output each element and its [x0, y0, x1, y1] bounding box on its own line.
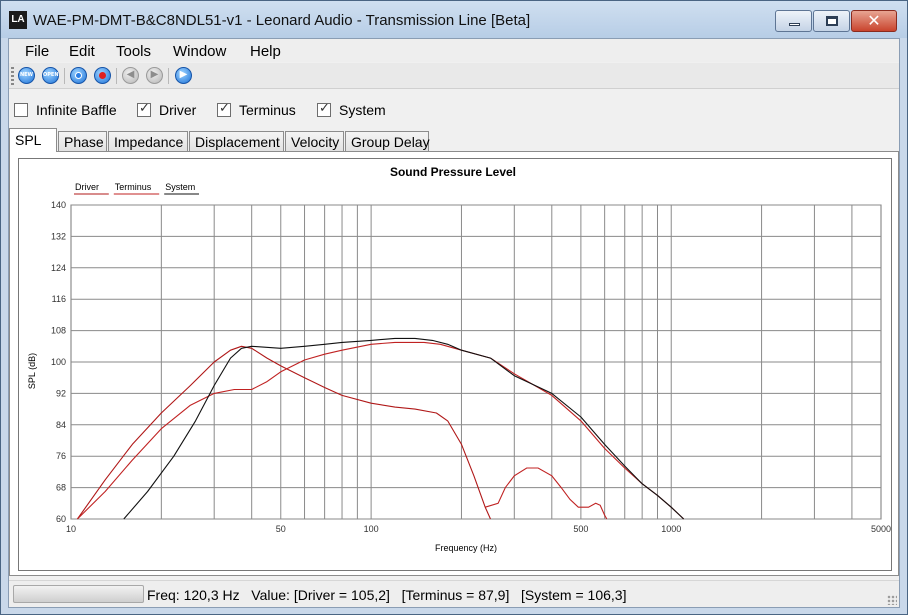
- toolbar-separator: [168, 68, 169, 84]
- y-tick-label: 132: [51, 231, 66, 241]
- series-line-system: [123, 337, 685, 520]
- checkbox-label: Terminus: [239, 102, 296, 118]
- x-tick-label: 500: [573, 524, 588, 534]
- menu-bar: File Edit Tools Window Help: [9, 39, 899, 62]
- y-tick-label: 68: [56, 483, 66, 493]
- save-button[interactable]: [70, 67, 87, 84]
- play-icon: ▶: [179, 69, 188, 80]
- y-tick-label: 124: [51, 263, 66, 273]
- new-button[interactable]: NEW: [18, 67, 35, 84]
- legend-label-terminus: Terminus: [115, 182, 152, 192]
- maximize-button[interactable]: [813, 10, 850, 32]
- minimize-button[interactable]: [775, 10, 812, 32]
- chart-legend: Driver Terminus System: [74, 182, 199, 195]
- checkbox-box[interactable]: [137, 101, 151, 117]
- run-button[interactable]: ▶: [175, 67, 192, 84]
- y-tick-label: 84: [56, 420, 66, 430]
- status-readout: Freq: 120,3 Hz Value: [Driver = 105,2] […: [147, 587, 627, 603]
- menu-tools[interactable]: Tools: [116, 43, 151, 60]
- y-tick-label: 60: [56, 514, 66, 524]
- chart-series: [76, 337, 685, 520]
- status-bar: Freq: 120,3 Hz Value: [Driver = 105,2] […: [9, 580, 899, 607]
- resize-grip[interactable]: [887, 595, 897, 605]
- previous-icon: ◀: [126, 69, 135, 80]
- checkbox-label: Infinite Baffle: [36, 102, 117, 118]
- series-line-driver: [76, 345, 492, 520]
- tab-group-delay[interactable]: Group Delay: [345, 131, 430, 152]
- y-tick-label: 100: [51, 357, 66, 367]
- progress-bar: [13, 585, 144, 603]
- toolbar-separator: [116, 68, 117, 84]
- toolbar-separator: [64, 68, 65, 84]
- terminus-checkbox[interactable]: Terminus: [217, 101, 296, 118]
- save-icon: [75, 72, 82, 79]
- y-tick-label: 92: [56, 388, 66, 398]
- x-tick-label: 10: [66, 524, 76, 534]
- open-button[interactable]: OPEN: [42, 67, 59, 84]
- y-tick-label: 108: [51, 326, 66, 336]
- tab-impedance[interactable]: Impedance: [108, 131, 188, 152]
- menu-help[interactable]: Help: [250, 43, 281, 60]
- menu-window[interactable]: Window: [173, 43, 226, 60]
- y-tick-label: 116: [52, 294, 66, 304]
- tab-spl[interactable]: SPL: [9, 128, 57, 152]
- tab-phase[interactable]: Phase: [58, 131, 107, 152]
- y-axis-label: SPL (dB): [27, 353, 37, 389]
- menu-file[interactable]: File: [25, 43, 49, 60]
- minimize-icon: [789, 23, 800, 26]
- y-tick-label: 76: [56, 451, 66, 461]
- tab-displacement[interactable]: Displacement: [189, 131, 284, 152]
- toolbar-grip[interactable]: [11, 67, 14, 85]
- app-window: LA WAE-PM-DMT-B&C8NDL51-v1 - Leonard Aud…: [0, 0, 908, 615]
- graph-tabs: SPL Phase Impedance Displacement Velocit…: [9, 128, 899, 152]
- x-tick-label: 1000: [661, 524, 681, 534]
- previous-button[interactable]: ◀: [122, 67, 139, 84]
- series-checkbox-bar: Infinite Baffle Driver Terminus System: [9, 91, 899, 127]
- chart-panel: Sound Pressure Level Driver Terminus Syste…: [9, 151, 899, 576]
- system-checkbox[interactable]: System: [317, 101, 386, 118]
- checkbox-label: System: [339, 102, 386, 118]
- infinite-baffle-checkbox[interactable]: Infinite Baffle: [14, 102, 117, 118]
- checkbox-label: Driver: [159, 102, 197, 118]
- close-icon: ✕: [867, 11, 881, 30]
- x-tick-label: 50: [276, 524, 286, 534]
- toolbar: NEW OPEN ◀ ▶ ▶: [9, 63, 899, 89]
- spl-chart[interactable]: Sound Pressure Level Driver Terminus Syste…: [19, 159, 891, 570]
- open-icon: OPEN: [43, 72, 59, 78]
- tab-velocity[interactable]: Velocity: [285, 131, 344, 152]
- record-icon: [99, 72, 106, 79]
- menu-edit[interactable]: Edit: [69, 43, 95, 60]
- driver-checkbox[interactable]: Driver: [137, 101, 197, 118]
- checkbox-box[interactable]: [14, 103, 28, 117]
- title-bar[interactable]: LA WAE-PM-DMT-B&C8NDL51-v1 - Leonard Aud…: [1, 1, 907, 38]
- next-button[interactable]: ▶: [146, 67, 163, 84]
- main-content: File Edit Tools Window Help NEW OPEN ◀ ▶…: [8, 38, 900, 608]
- window-title: WAE-PM-DMT-B&C8NDL51-v1 - Leonard Audio …: [33, 12, 531, 29]
- chart-title: Sound Pressure Level: [390, 165, 516, 179]
- new-icon: NEW: [19, 72, 34, 78]
- axis-ticks: 60 68 76 84 92 100 108 116 124 132 140 10 50 100 500 10…: [51, 200, 891, 534]
- x-tick-label: 100: [364, 524, 379, 534]
- y-tick-label: 140: [51, 200, 66, 210]
- legend-label-system: System: [165, 182, 195, 192]
- checkbox-box[interactable]: [217, 101, 231, 117]
- maximize-icon: [826, 16, 838, 26]
- x-axis-label: Frequency (Hz): [435, 543, 497, 553]
- app-logo-icon: LA: [9, 11, 27, 29]
- close-button[interactable]: ✕: [851, 10, 897, 32]
- series-line-terminus-notch: [485, 467, 608, 520]
- x-tick-label: 5000: [871, 524, 891, 534]
- next-icon: ▶: [150, 69, 159, 80]
- checkbox-box[interactable]: [317, 101, 331, 117]
- save-as-button[interactable]: [94, 67, 111, 84]
- legend-label-driver: Driver: [75, 182, 99, 192]
- chart-grid: [70, 204, 882, 520]
- chart-frame: Sound Pressure Level Driver Terminus Syste…: [18, 158, 892, 571]
